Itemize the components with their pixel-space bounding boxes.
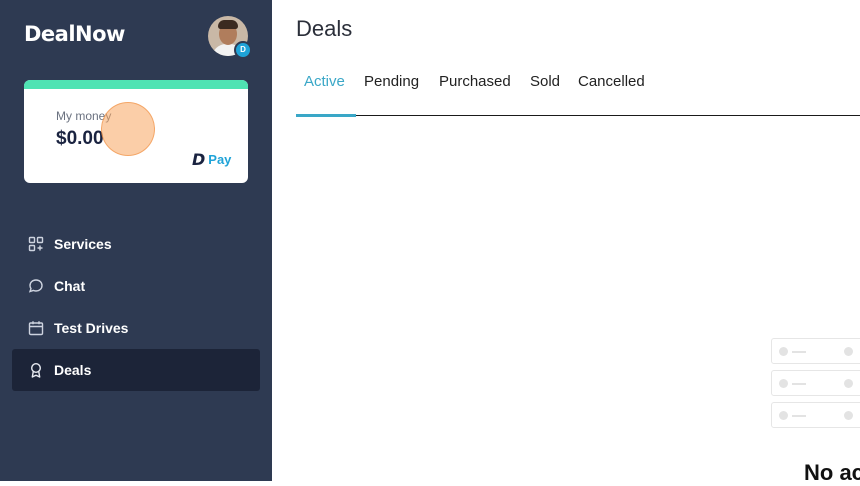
sidebar-item-label: Deals [54,362,92,378]
placeholder-row [771,338,860,364]
award-ribbon-icon [30,362,42,378]
tab-active[interactable]: Active [304,73,345,90]
grid-plus-icon [28,236,44,252]
money-value: $0.00 [56,128,104,149]
sidebar-item-label: Test Drives [54,320,129,336]
pay-logo-text: Pay [208,152,232,167]
placeholder-row [771,402,860,428]
click-indicator [101,102,155,156]
avatar-badge: D [234,41,252,59]
tab-pending[interactable]: Pending [364,73,419,90]
pay-logo-mark: D [192,150,206,169]
sidebar-item-services[interactable]: Services [12,223,260,265]
active-tab-indicator [296,113,356,117]
sidebar-item-label: Chat [54,278,86,294]
money-card-accent [24,80,248,89]
calendar-icon [28,321,44,336]
sidebar: DealNow D My money $0.00 D Pay Services … [0,0,272,481]
chat-bubble-icon [28,279,43,293]
empty-state-illustration [771,338,860,434]
tab-purchased[interactable]: Purchased [439,73,511,90]
dealnow-pay-logo: D Pay [192,150,231,169]
sidebar-item-chat[interactable]: Chat [12,265,260,307]
placeholder-row [771,370,860,396]
dealnow-logo[interactable]: DealNow [24,22,125,46]
page-title: Deals [296,16,353,41]
deals-tabs: Active Pending Purchased Sold Cancelled [296,60,860,117]
tab-sold[interactable]: Sold [530,73,560,90]
sidebar-item-label: Services [54,236,112,252]
sidebar-item-test-drives[interactable]: Test Drives [12,307,260,349]
sidebar-item-deals[interactable]: Deals [12,349,260,391]
empty-state-title: No ac [804,460,860,485]
tab-cancelled[interactable]: Cancelled [578,73,645,90]
